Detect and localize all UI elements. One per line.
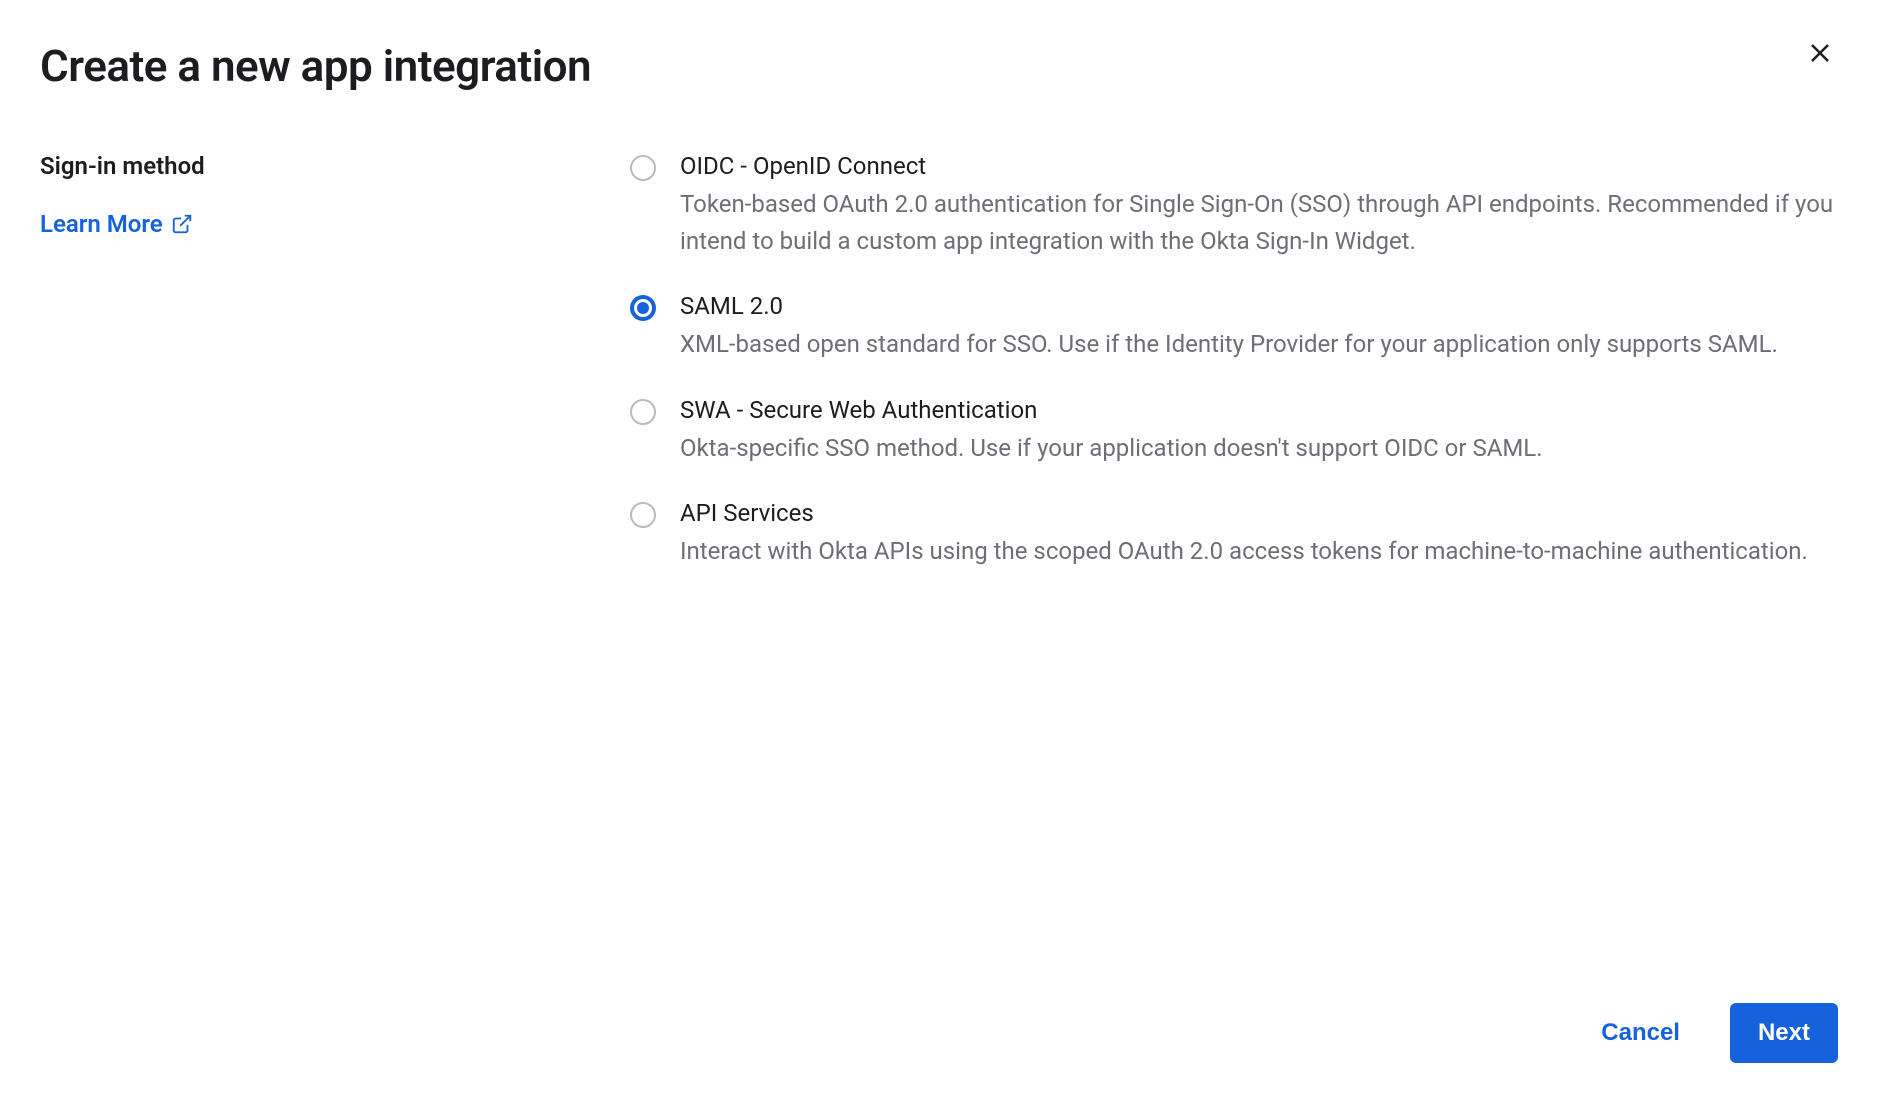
learn-more-link[interactable]: Learn More — [40, 210, 193, 238]
close-button[interactable] — [1802, 35, 1838, 71]
radio-description: Okta-specific SSO method. Use if your ap… — [680, 430, 1848, 467]
radio-description: XML-based open standard for SSO. Use if … — [680, 326, 1848, 363]
cancel-button[interactable]: Cancel — [1581, 1003, 1700, 1063]
create-app-integration-modal: Create a new app integration Sign-in met… — [0, 0, 1888, 1103]
radio-description: Token-based OAuth 2.0 authentication for… — [680, 186, 1848, 260]
radio-title: OIDC - OpenID Connect — [680, 152, 1848, 180]
section-label: Sign-in method — [40, 152, 590, 180]
radio-title: API Services — [680, 499, 1848, 527]
left-column: Sign-in method Learn More — [40, 152, 590, 570]
external-link-icon — [171, 213, 193, 235]
right-column: OIDC - OpenID Connect Token-based OAuth … — [630, 152, 1848, 570]
modal-content: Sign-in method Learn More OIDC - OpenID … — [40, 152, 1848, 570]
radio-input-swa[interactable] — [630, 399, 656, 425]
radio-option-oidc[interactable]: OIDC - OpenID Connect Token-based OAuth … — [630, 152, 1848, 260]
radio-option-api-services[interactable]: API Services Interact with Okta APIs usi… — [630, 499, 1848, 570]
radio-description: Interact with Okta APIs using the scoped… — [680, 533, 1848, 570]
radio-option-swa[interactable]: SWA - Secure Web Authentication Okta-spe… — [630, 396, 1848, 467]
radio-title: SWA - Secure Web Authentication — [680, 396, 1848, 424]
sign-in-method-radio-group: OIDC - OpenID Connect Token-based OAuth … — [630, 152, 1848, 570]
modal-title: Create a new app integration — [40, 40, 1848, 92]
radio-input-api-services[interactable] — [630, 502, 656, 528]
next-button[interactable]: Next — [1730, 1003, 1838, 1063]
radio-input-saml[interactable] — [630, 295, 656, 321]
radio-input-oidc[interactable] — [630, 155, 656, 181]
radio-option-saml[interactable]: SAML 2.0 XML-based open standard for SSO… — [630, 292, 1848, 363]
close-icon — [1808, 41, 1832, 65]
radio-title: SAML 2.0 — [680, 292, 1848, 320]
learn-more-text: Learn More — [40, 210, 163, 238]
modal-footer: Cancel Next — [1581, 1003, 1838, 1063]
